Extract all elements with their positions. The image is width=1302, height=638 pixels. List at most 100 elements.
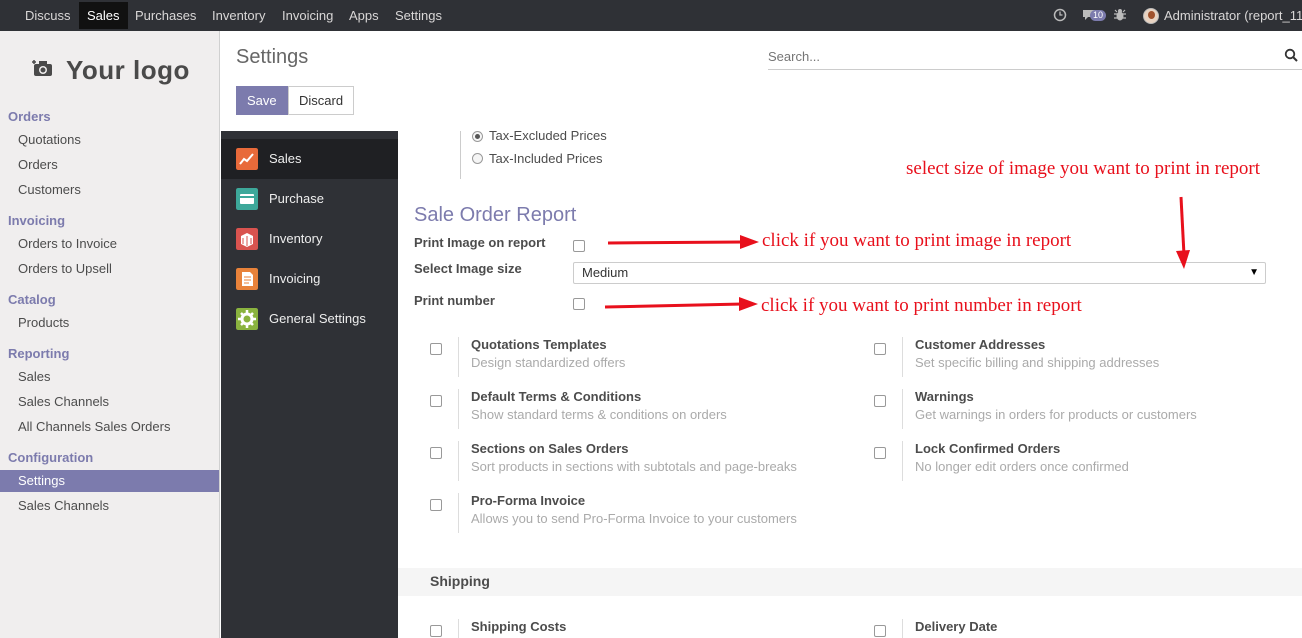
bug-icon[interactable] — [1113, 8, 1127, 22]
sidebar-item-settings[interactable]: Settings — [0, 470, 219, 492]
option-description: Get warnings in orders for products or c… — [915, 407, 1197, 422]
option-description: Show standard terms & conditions on orde… — [471, 407, 727, 422]
sidebar-section-invoicing: Invoicing — [8, 213, 66, 228]
invoice-doc-icon — [236, 268, 258, 290]
nav-discuss[interactable]: Discuss — [17, 0, 79, 31]
clock-icon[interactable] — [1053, 8, 1067, 22]
purchase-card-icon — [236, 188, 258, 210]
settings-nav-general-settings[interactable]: General Settings — [221, 299, 398, 339]
inventory-box-icon — [236, 228, 258, 250]
arrow-right-icon — [604, 297, 758, 311]
option-checkbox[interactable] — [430, 447, 442, 459]
nav-sales[interactable]: Sales — [79, 2, 128, 29]
sidebar-item-customers[interactable]: Customers — [0, 179, 219, 201]
print-image-checkbox[interactable] — [573, 240, 585, 252]
settings-nav-label: General Settings — [269, 311, 366, 326]
messages-badge: 10 — [1090, 10, 1107, 21]
option-checkbox[interactable] — [430, 343, 442, 355]
discard-button[interactable]: Discard — [288, 86, 355, 115]
nav-purchases[interactable]: Purchases — [127, 0, 204, 31]
sidebar-section-orders: Orders — [8, 109, 51, 124]
sidebar-item-report-sales-channels[interactable]: Sales Channels — [0, 391, 219, 413]
option-title: Lock Confirmed Orders — [915, 441, 1061, 456]
sidebar-section-reporting: Reporting — [8, 346, 70, 361]
radio-label-tax-excluded: Tax-Excluded Prices — [489, 131, 607, 143]
annotation-image-size: select size of image you want to print i… — [906, 158, 1261, 179]
settings-nav-invoicing[interactable]: Invoicing — [221, 259, 398, 299]
search-input[interactable] — [768, 44, 1268, 68]
option-title: Pro-Forma Invoice — [471, 493, 586, 508]
sidebar-item-products[interactable]: Products — [0, 312, 219, 334]
option-checkbox[interactable] — [430, 499, 442, 511]
option-title: Default Terms & Conditions — [471, 389, 642, 404]
sidebar-item-orders-to-invoice[interactable]: Orders to Invoice — [0, 233, 219, 255]
option-title: Customer Addresses — [915, 337, 1046, 352]
sales-chart-icon — [236, 148, 258, 170]
option-title: Sections on Sales Orders — [471, 441, 629, 456]
nav-apps[interactable]: Apps — [341, 0, 387, 31]
settings-nav-purchase[interactable]: Purchase — [221, 179, 398, 219]
page-title: Settings — [236, 46, 309, 68]
section-title-shipping: Shipping — [430, 573, 490, 589]
settings-nav-label: Inventory — [269, 231, 323, 246]
sidebar-item-config-sales-channels[interactable]: Sales Channels — [0, 495, 219, 517]
sidebar-item-report-sales[interactable]: Sales — [0, 366, 219, 388]
settings-app-nav: Sales Purchase Inventory Invoicing Gener… — [221, 131, 398, 638]
sidebar-item-orders-to-upsell[interactable]: Orders to Upsell — [0, 258, 219, 280]
radio-tax-excluded[interactable] — [472, 131, 483, 142]
settings-nav-label: Purchase — [269, 191, 324, 206]
camera-icon — [32, 60, 52, 76]
dropdown-arrow-icon: ▼ — [1249, 267, 1259, 278]
settings-nav-sales[interactable]: Sales — [221, 139, 398, 179]
search-box — [768, 44, 1302, 70]
top-navbar: Discuss Sales Purchases Inventory Invoic… — [0, 0, 1302, 31]
radio-tax-included[interactable] — [472, 153, 483, 164]
sidebar-item-orders[interactable]: Orders — [0, 154, 219, 176]
option-checkbox[interactable] — [874, 625, 886, 637]
settings-nav-label: Sales — [269, 151, 302, 166]
settings-nav-label: Invoicing — [269, 271, 321, 286]
sidebar-section-catalog: Catalog — [8, 292, 56, 307]
shipping-section-header — [398, 568, 1302, 596]
settings-nav-inventory[interactable]: Inventory — [221, 219, 398, 259]
section-title-sale-order-report: Sale Order Report — [414, 204, 577, 226]
company-logo[interactable]: Your logo — [66, 55, 190, 86]
print-number-checkbox[interactable] — [573, 298, 585, 310]
radio-label-tax-included: Tax-Included Prices — [489, 151, 603, 166]
image-size-label: Select Image size — [414, 261, 522, 276]
option-description: Sort products in sections with subtotals… — [471, 459, 797, 474]
sidebar-item-all-channels-sales-orders[interactable]: All Channels Sales Orders — [0, 416, 219, 438]
annotation-print-image: click if you want to print image in repo… — [762, 230, 1072, 251]
option-title: Shipping Costs — [471, 619, 567, 634]
option-title: Delivery Date — [915, 619, 998, 634]
annotation-print-number: click if you want to print number in rep… — [761, 295, 1082, 316]
option-checkbox[interactable] — [430, 395, 442, 407]
arrow-right-icon — [607, 235, 759, 249]
nav-invoicing[interactable]: Invoicing — [274, 0, 341, 31]
pricing-radio-group — [460, 131, 461, 179]
option-checkbox[interactable] — [430, 625, 442, 637]
image-size-value: Medium — [582, 265, 629, 280]
search-icon[interactable] — [1284, 48, 1298, 62]
nav-settings[interactable]: Settings — [387, 0, 450, 31]
settings-content: Tax-Excluded Prices Tax-Included Prices … — [398, 131, 1302, 638]
user-menu[interactable]: Administrator (report_11 — [1164, 0, 1302, 31]
nav-inventory[interactable]: Inventory — [204, 0, 273, 31]
option-checkbox[interactable] — [874, 447, 886, 459]
option-description: Allows you to send Pro-Forma Invoice to … — [471, 511, 797, 526]
user-avatar[interactable] — [1143, 8, 1159, 24]
option-description: Design standardized offers — [471, 355, 626, 370]
gear-icon — [236, 308, 258, 330]
option-title: Warnings — [915, 389, 974, 404]
option-title: Quotations Templates — [471, 337, 607, 352]
print-image-label: Print Image on report — [414, 235, 546, 250]
option-checkbox[interactable] — [874, 395, 886, 407]
save-button[interactable]: Save — [236, 86, 288, 115]
option-checkbox[interactable] — [874, 343, 886, 355]
sidebar-section-configuration: Configuration — [8, 450, 94, 465]
sidebar-item-quotations[interactable]: Quotations — [0, 129, 219, 151]
option-description: No longer edit orders once confirmed — [915, 459, 1129, 474]
option-description: Set specific billing and shipping addres… — [915, 355, 1160, 370]
arrow-down-icon — [1176, 196, 1190, 269]
image-size-select[interactable]: Medium ▼ — [573, 262, 1266, 284]
